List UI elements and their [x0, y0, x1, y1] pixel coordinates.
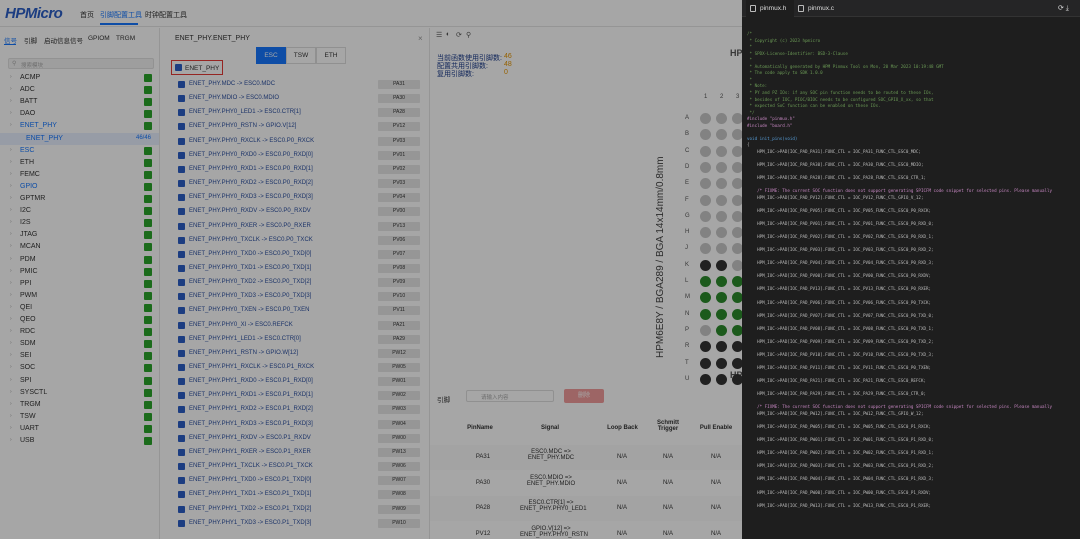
code-line: HPM_IOC->PAD[IOC_PAD_PV08].FUNC_CTL = IO…: [747, 325, 934, 331]
code-drawer: pinmux.h pinmux.c ⟳ ⤓ /* * Copyright (c)…: [742, 0, 1080, 539]
code-tabs: pinmux.h pinmux.c ⟳ ⤓: [742, 0, 1080, 17]
code-line: void init_pins(void): [747, 135, 798, 141]
file-icon: [798, 5, 804, 12]
code-line: * PY and PZ IOs: if any SOC pin function…: [747, 89, 934, 95]
code-line: #include "pinmux.h": [747, 116, 795, 122]
code-line: HPM_IOC->PAD[IOC_PAD_PA29].FUNC_CTL = IO…: [747, 391, 926, 397]
code-line: HPM_IOC->PAD[IOC_PAD_PW13].FUNC_CTL = IO…: [747, 502, 932, 508]
code-line: *: [747, 76, 753, 82]
code-line: HPM_IOC->PAD[IOC_PAD_PW04].FUNC_CTL = IO…: [747, 476, 934, 482]
code-line: HPM_IOC->PAD[IOC_PAD_PV00].FUNC_CTL = IO…: [747, 273, 932, 279]
code-line: {: [747, 142, 750, 148]
code-line: HPM_IOC->PAD[IOC_PAD_PV05].FUNC_CTL = IO…: [747, 207, 932, 213]
code-line: HPM_IOC->PAD[IOC_PAD_PA28].FUNC_CTL = IO…: [747, 175, 926, 181]
code-line: * besides of IOC, PIOC/BIOC needs to be …: [747, 96, 934, 102]
code-line: HPM_IOC->PAD[IOC_PAD_PV13].FUNC_CTL = IO…: [747, 286, 932, 292]
code-line: *: [747, 57, 753, 63]
code-line: HPM_IOC->PAD[IOC_PAD_PV11].FUNC_CTL = IO…: [747, 365, 932, 371]
code-line: /*: [747, 31, 753, 36]
code-line: * expected SoC function can be enabled o…: [747, 103, 881, 109]
code-line: HPM_IOC->PAD[IOC_PAD_PV06].FUNC_CTL = IO…: [747, 299, 932, 305]
modal-overlay[interactable]: [0, 0, 742, 539]
code-line: /* FIXME: The current SOC function does …: [747, 188, 1053, 194]
tab-pinmux-c[interactable]: pinmux.c: [794, 0, 844, 17]
tab-pinmux-h[interactable]: pinmux.h: [746, 0, 794, 17]
code-line: *: [747, 44, 753, 50]
code-line: * Automatically generated by HPM Pinmux …: [747, 63, 944, 69]
code-line: HPM_IOC->PAD[IOC_PAD_PA21].FUNC_CTL = IO…: [747, 378, 926, 384]
code-line: HPM_IOC->PAD[IOC_PAD_PW02].FUNC_CTL = IO…: [747, 450, 934, 456]
code-line: HPM_IOC->PAD[IOC_PAD_PV10].FUNC_CTL = IO…: [747, 351, 934, 357]
code-line: HPM_IOC->PAD[IOC_PAD_PW03].FUNC_CTL = IO…: [747, 463, 934, 469]
code-line: * Note:: [747, 83, 768, 89]
code-line: HPM_IOC->PAD[IOC_PAD_PV12].FUNC_CTL = IO…: [747, 194, 924, 200]
app-window: HPMicro 首页 引脚配置工具 时钟配置工具 信号 引脚 启动信息信号 GP…: [0, 0, 1080, 539]
code-line: HPM_IOC->PAD[IOC_PAD_PW05].FUNC_CTL = IO…: [747, 424, 932, 429]
code-line: HPM_IOC->PAD[IOC_PAD_PV04].FUNC_CTL = IO…: [747, 260, 934, 266]
code-line: * The code apply to SDK 1.0.0: [747, 70, 823, 76]
file-icon: [750, 5, 756, 12]
tab-label: pinmux.c: [808, 5, 835, 12]
code-line: HPM_IOC->PAD[IOC_PAD_PA30].FUNC_CTL = IO…: [747, 162, 924, 167]
code-line: HPM_IOC->PAD[IOC_PAD_PW12].FUNC_CTL = IO…: [747, 410, 924, 416]
code-line: HPM_IOC->PAD[IOC_PAD_PA31].FUNC_CTL = IO…: [747, 148, 921, 154]
code-line: /* FIXME: The current SOC function does …: [747, 404, 1053, 410]
tab-label: pinmux.h: [760, 5, 787, 12]
code-line: HPM_IOC->PAD[IOC_PAD_PW00].FUNC_CTL = IO…: [747, 489, 932, 495]
code-line: * Copyright (c) 2023 hpmicro: [747, 37, 821, 43]
code-line: * SPDX-License-Identifier: BSD-3-Clause: [747, 50, 848, 56]
code-line: HPM_IOC->PAD[IOC_PAD_PV02].FUNC_CTL = IO…: [747, 234, 934, 240]
code-line: HPM_IOC->PAD[IOC_PAD_PV01].FUNC_CTL = IO…: [747, 220, 934, 226]
code-line: HPM_IOC->PAD[IOC_PAD_PV07].FUNC_CTL = IO…: [747, 312, 934, 318]
code-line: #include "board.h": [747, 122, 793, 128]
code-toolbar-icons[interactable]: ⟳ ⤓: [1058, 4, 1069, 13]
code-line: HPM_IOC->PAD[IOC_PAD_PW01].FUNC_CTL = IO…: [747, 437, 934, 443]
code-line: HPM_IOC->PAD[IOC_PAD_PV03].FUNC_CTL = IO…: [747, 247, 934, 253]
code-line: */: [747, 109, 755, 115]
code-line: HPM_IOC->PAD[IOC_PAD_PV09].FUNC_CTL = IO…: [747, 338, 934, 344]
